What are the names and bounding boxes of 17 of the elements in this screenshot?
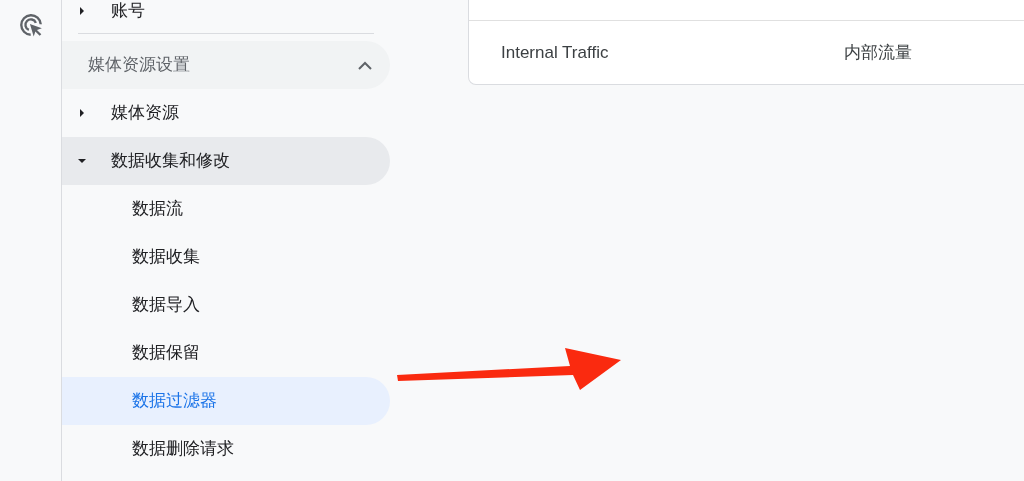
chevron-up-icon bbox=[358, 60, 372, 70]
caret-right-icon bbox=[77, 108, 87, 118]
nav-item[interactable]: 数据删除请求 bbox=[62, 425, 390, 473]
nav-item[interactable]: 数据导入 bbox=[62, 281, 390, 329]
nav-item[interactable]: 数据流 bbox=[62, 185, 390, 233]
table-cell-text: Internal Traffic bbox=[501, 41, 610, 64]
table-cell-text: 内部流量 bbox=[844, 41, 912, 64]
nav-item[interactable]: 数据收集和修改 bbox=[62, 137, 390, 185]
cursor-click-icon[interactable] bbox=[17, 12, 44, 38]
nav-item[interactable]: 数据收集 bbox=[62, 233, 390, 281]
nav-item[interactable]: 数据过滤器 bbox=[62, 377, 390, 425]
caret-right-icon bbox=[77, 6, 87, 16]
nav-item[interactable]: 媒体资源 bbox=[62, 89, 390, 137]
nav-item[interactable]: 账号 bbox=[62, 0, 390, 22]
caret-down-icon bbox=[77, 156, 87, 166]
section-header[interactable]: 媒体资源设置 bbox=[62, 41, 390, 89]
nav-item[interactable]: 数据保留 bbox=[62, 329, 390, 377]
